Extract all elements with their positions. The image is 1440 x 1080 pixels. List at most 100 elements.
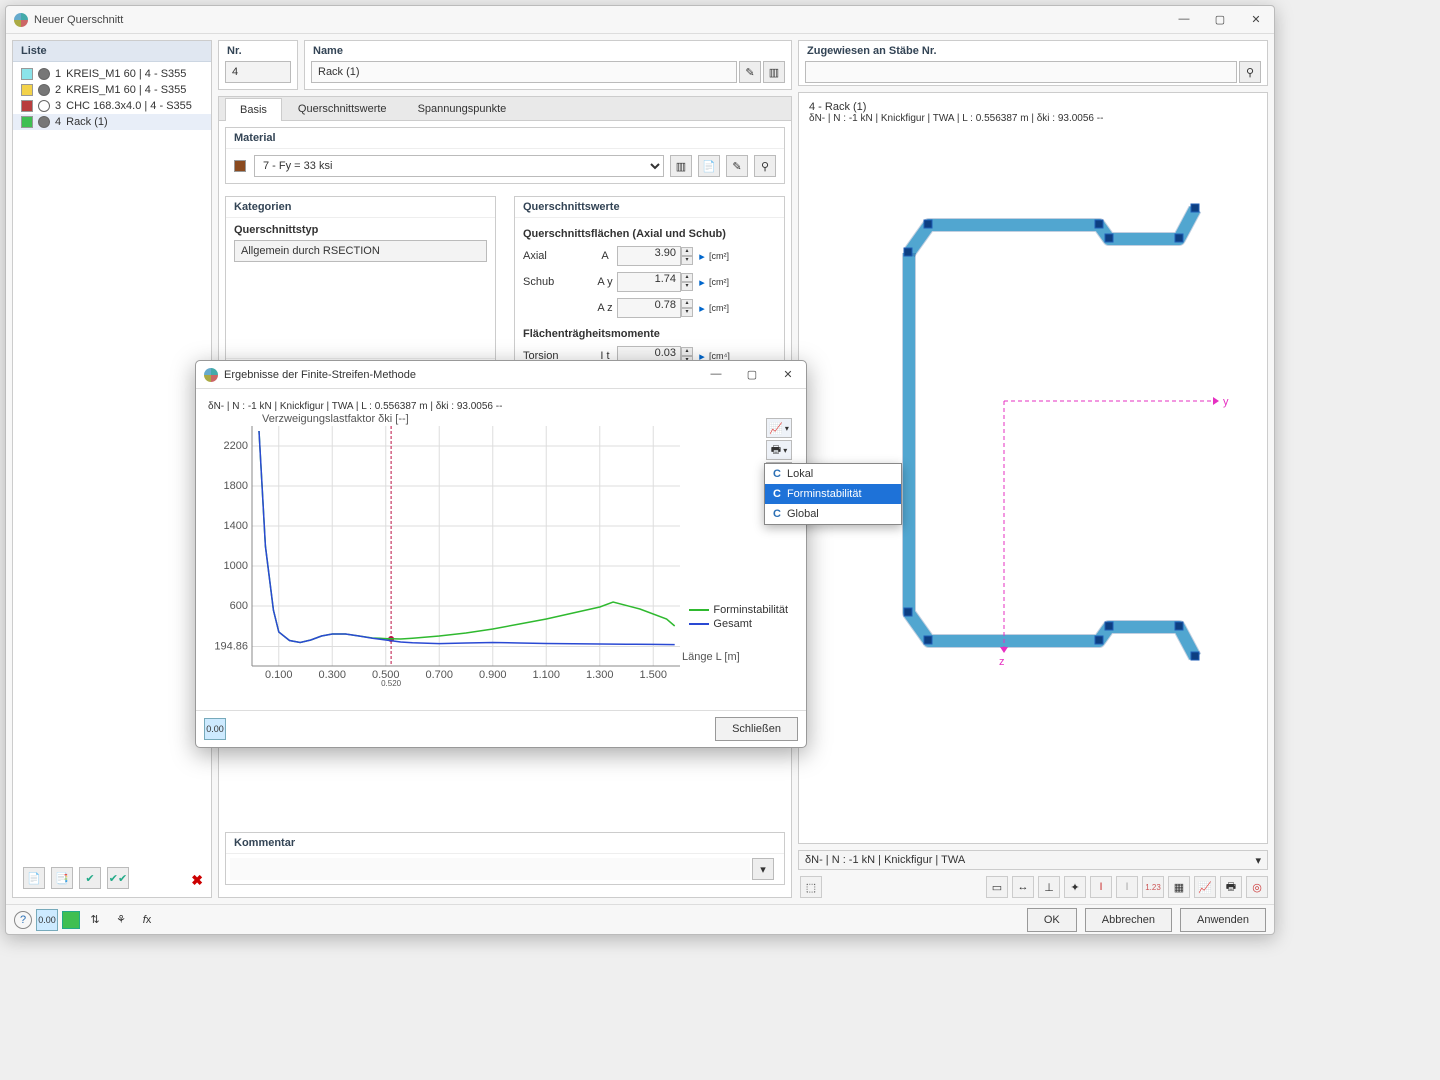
dlg-close[interactable]: ✕ [778, 368, 798, 381]
qs-row-unit: [cm²] [709, 276, 749, 288]
list-item[interactable]: 1KREIS_M1 60 | 4 - S355 [13, 66, 211, 82]
view-frame-icon[interactable]: ▭ [986, 876, 1008, 898]
qswerte-header: Querschnittswerte [515, 197, 784, 218]
window-title: Neuer Querschnitt [34, 14, 1174, 26]
qs-row-value[interactable]: 0.78 [617, 298, 681, 318]
view-dim-icon[interactable]: ↔ [1012, 876, 1034, 898]
dlg-minimize[interactable]: — [706, 368, 726, 381]
list-item[interactable]: 3CHC 168.3x4.0 | 4 - S355 [13, 98, 211, 114]
tab-querschnittswerte[interactable]: Querschnittswerte [283, 97, 402, 120]
list-header: Liste [13, 41, 211, 62]
dropdown-item-forminstabilität[interactable]: ϹForminstabilität [765, 484, 901, 504]
qs-link-icon[interactable]: ▸ [695, 276, 709, 289]
view-target-icon[interactable]: ◎ [1246, 876, 1268, 898]
kommentar-input[interactable] [230, 858, 750, 880]
ok-button[interactable]: OK [1027, 908, 1077, 932]
view-grid-icon[interactable]: ▦ [1168, 876, 1190, 898]
list-item[interactable]: 2KREIS_M1 60 | 4 - S355 [13, 82, 211, 98]
dialog-subtitle: δN- | N : -1 kN | Knickfigur | TWA | L :… [204, 397, 798, 412]
material-lib-icon[interactable]: ▥ [670, 155, 692, 177]
dlg-maximize[interactable]: ▢ [742, 368, 762, 381]
dlg-units-toggle[interactable]: 0.00 [204, 718, 226, 740]
dialog-app-icon [204, 368, 218, 382]
dlg-close-button[interactable]: Schließen [715, 717, 798, 741]
kommentar-header: Kommentar [226, 833, 784, 854]
qs-row-symbol: A [593, 250, 617, 262]
copy-section-button[interactable]: 📑 [51, 867, 73, 889]
tool-b[interactable]: ⚘ [110, 909, 132, 931]
tool-a[interactable]: ⇅ [84, 909, 106, 931]
tool-c[interactable]: fx [136, 909, 158, 931]
assign-label: Zugewiesen an Stäbe Nr. [799, 41, 1267, 57]
tab-spannungspunkte[interactable]: Spannungspunkte [403, 97, 522, 120]
dialog-title: Ergebnisse der Finite-Streifen-Methode [224, 369, 706, 381]
view-tool-1[interactable]: ⬚ [800, 876, 822, 898]
qs-row-symbol: A y [593, 276, 617, 288]
view-I2-icon[interactable]: I [1116, 876, 1138, 898]
material-group: Material 7 - Fy = 33 ksi ▥ 📄 ✎ ⚲ [225, 127, 785, 184]
list-panel: Liste 1KREIS_M1 60 | 4 - S3552KREIS_M1 6… [12, 40, 212, 898]
close-button[interactable]: ✕ [1246, 13, 1266, 26]
apply-button[interactable]: Anwenden [1180, 908, 1266, 932]
view-I-icon[interactable]: I [1090, 876, 1112, 898]
view-graph-icon[interactable]: 📈 [1194, 876, 1216, 898]
svg-text:194.86: 194.86 [214, 641, 248, 653]
svg-text:z: z [999, 656, 1005, 668]
material-pick-icon[interactable]: ⚲ [754, 155, 776, 177]
maximize-button[interactable]: ▢ [1210, 13, 1230, 26]
svg-text:0.100: 0.100 [265, 669, 293, 681]
dropdown-item-lokal[interactable]: ϹLokal [765, 464, 901, 484]
material-select[interactable]: 7 - Fy = 33 ksi [254, 155, 664, 177]
fsm-results-dialog: Ergebnisse der Finite-Streifen-Methode —… [195, 360, 807, 748]
qs-link-icon[interactable]: ▸ [695, 250, 709, 263]
assign-field: Zugewiesen an Stäbe Nr. ⚲ [798, 40, 1268, 86]
status-dropdown-icon[interactable]: ▾ [1255, 854, 1261, 867]
chart-svg: Verzweigungslastfaktor δki [--]194.86600… [204, 412, 800, 696]
list-item[interactable]: 4Rack (1) [13, 114, 211, 130]
tab-basis[interactable]: Basis [225, 98, 282, 121]
kommentar-group: Kommentar ▾ [225, 832, 785, 885]
edit-name-icon[interactable]: ✎ [739, 61, 761, 83]
tabs: BasisQuerschnittswerteSpannungspunkte [219, 97, 791, 121]
material-new-icon[interactable]: 📄 [698, 155, 720, 177]
cancel-button[interactable]: Abbrechen [1085, 908, 1172, 932]
color-toggle[interactable] [62, 911, 80, 929]
qs-spinner: ▴▾ [681, 299, 693, 317]
check-button-1[interactable]: ✔ [79, 867, 101, 889]
new-section-button[interactable]: 📄 [23, 867, 45, 889]
view-values-icon[interactable]: 1.23 [1142, 876, 1164, 898]
view-principal-icon[interactable]: ✦ [1064, 876, 1086, 898]
help-icon[interactable]: ? [14, 911, 32, 929]
assign-input[interactable] [805, 61, 1237, 83]
app-icon [14, 13, 28, 27]
qs-link-icon[interactable]: ▸ [695, 302, 709, 315]
assign-pick-icon[interactable]: ⚲ [1239, 61, 1261, 83]
view-toolbar: ⬚ ▭ ↔ ⊥ ✦ I I 1.23 ▦ 📈 🖶 ◎ [798, 876, 1268, 898]
nr-input[interactable] [225, 61, 291, 83]
material-header: Material [226, 128, 784, 149]
qs-spinner: ▴▾ [681, 247, 693, 265]
name-input[interactable] [311, 61, 737, 83]
chart-tool-print[interactable]: 🖶▾ [766, 440, 792, 460]
qs-row-value[interactable]: 3.90 [617, 246, 681, 266]
view-print-icon[interactable]: 🖶 [1220, 876, 1242, 898]
chart-tool-view[interactable]: 📈▾ [766, 418, 792, 438]
dropdown-item-global[interactable]: ϹGlobal [765, 504, 901, 524]
qs-row-value[interactable]: 1.74 [617, 272, 681, 292]
view-axes-icon[interactable]: ⊥ [1038, 876, 1060, 898]
qs-row-label: Schub [523, 276, 593, 288]
minimize-button[interactable]: — [1174, 13, 1194, 26]
chart-legend: Forminstabilität Gesamt [689, 604, 788, 632]
svg-text:0.900: 0.900 [479, 669, 507, 681]
nr-field: Nr. [218, 40, 298, 90]
preview-title: 4 - Rack (1) [809, 101, 1257, 113]
mode-dropdown[interactable]: ϹLokalϹForminstabilitätϹGlobal [764, 463, 902, 525]
delete-button[interactable]: ✖ [191, 872, 203, 889]
svg-text:1.500: 1.500 [639, 669, 667, 681]
qs-row-unit: [cm²] [709, 250, 749, 262]
material-edit-icon[interactable]: ✎ [726, 155, 748, 177]
library-icon[interactable]: ▥ [763, 61, 785, 83]
kommentar-dropdown-icon[interactable]: ▾ [752, 858, 774, 880]
check-button-2[interactable]: ✔✔ [107, 867, 129, 889]
units-toggle[interactable]: 0.00 [36, 909, 58, 931]
